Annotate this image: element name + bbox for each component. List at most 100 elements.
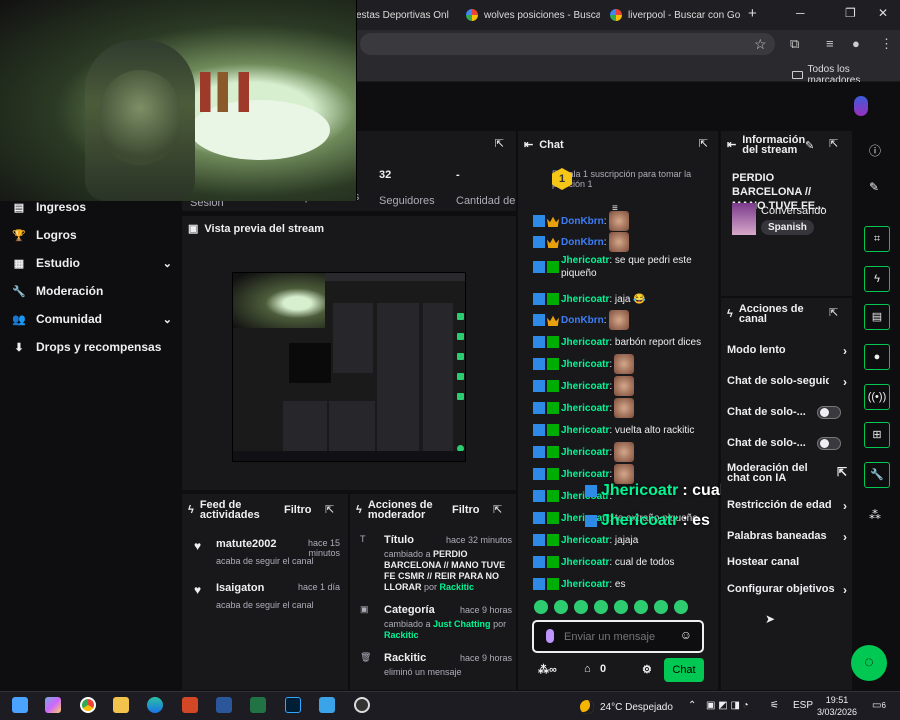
store-icon[interactable] [319,697,335,713]
mod-filter-button[interactable]: Filtro [452,504,480,516]
chat-username[interactable]: Jhericoatr [561,381,609,392]
tray-chevron-icon[interactable]: ⌃ [688,700,696,711]
sidebar-item-comunidad[interactable]: 👥 Comunidad ⌄ [12,312,172,326]
emote-icon[interactable] [574,600,588,614]
chat-username[interactable]: DonKbrn [561,315,604,326]
lightning-button[interactable]: ϟ [864,266,890,292]
chat-bubble-button[interactable]: ● [864,344,890,370]
chat-message[interactable]: Jhericoatr: cual de todos [533,552,713,572]
popout-icon[interactable]: ⇱ [829,306,838,319]
chat-username[interactable]: DonKbrn [561,216,604,227]
action-sub-only[interactable]: Chat de solo-... [727,406,847,419]
tray-icons[interactable]: ▣ ◩ ◨ ◔ [706,700,749,711]
copilot-icon[interactable] [45,697,61,713]
emote-icon[interactable] [634,600,648,614]
wrench-button[interactable]: 🔧 [864,462,890,488]
close-window-icon[interactable]: ✕ [878,6,888,20]
file-explorer-icon[interactable] [113,697,129,713]
sub-gift-banner[interactable]: Regala 1 suscripción para tomar la posic… [552,169,712,189]
stream-tag[interactable]: Spanish [761,220,814,235]
action-slow-mode[interactable]: Modo lento › [727,344,847,358]
emote-icon[interactable] [534,600,548,614]
chat-message[interactable]: Jhericoatr: es [533,574,713,594]
broadcast-button[interactable]: ((•)) [864,384,890,410]
chat-message[interactable]: DonKbrn: [533,211,713,231]
action-host-channel[interactable]: Hostear canal [727,556,847,568]
excel-icon[interactable] [250,697,266,713]
clock[interactable]: 19:51 3/03/2026 [817,694,857,718]
action-configure-goals[interactable]: Configurar objetivos › [727,583,847,597]
action-ai-moderation[interactable]: Moderación del chat con IA ⇱ [727,463,847,484]
chat-username[interactable]: Jhericoatr [561,403,609,414]
pencil-icon[interactable]: ✎ [869,180,879,194]
chat-username[interactable]: Jhericoatr [561,579,609,590]
bookmark-star-icon[interactable]: ☆ [754,36,767,53]
browser-tab[interactable]: wolves posiciones - Busca ✕ [460,4,600,26]
word-icon[interactable] [216,697,232,713]
toggle-switch[interactable] [817,437,841,450]
chat-message[interactable]: Jhericoatr: [533,442,713,462]
chat-message[interactable]: Jhericoatr: [533,398,713,418]
edge-icon[interactable] [147,697,163,713]
chat-message[interactable]: Jhericoatr: barbón report dices [533,332,713,352]
emoji-icon[interactable]: ☺ [680,628,692,642]
new-tab-button[interactable]: + [748,5,757,22]
obs-icon[interactable] [354,697,370,713]
chat-username[interactable]: Jhericoatr [561,535,609,546]
chat-input[interactable] [564,629,674,645]
action-age-restriction[interactable]: Restricción de edad › [727,499,847,513]
chat-message[interactable]: Jhericoatr: [533,354,713,374]
chat-username[interactable]: Jhericoatr [561,255,609,266]
popout-icon[interactable]: ⇱ [699,137,708,150]
menu-icon[interactable]: ⋮ [880,36,893,52]
action-emote-only[interactable]: Chat de solo-... [727,437,847,450]
toggle-switch[interactable] [817,406,841,419]
action-followers-only[interactable]: Chat de solo-seguido › [727,375,847,390]
feed-filter-button[interactable]: Filtro [284,504,312,516]
chat-message[interactable]: Jhericoatr: vuelta alto rackitic [533,420,713,440]
language-indicator[interactable]: ESP [793,700,813,711]
collapse-icon[interactable]: ⇤ [727,140,736,151]
user-avatar[interactable] [854,96,868,116]
popout-icon[interactable]: ⇱ [325,503,334,516]
tool-button[interactable]: ⊞ [864,422,890,448]
mod-item[interactable]: 🗑 Rackitic hace 9 horas eliminó un mensa… [360,652,512,678]
sidebar-item-moderacion[interactable]: 🔧 Moderación [12,284,172,298]
sidebar-item-ingresos[interactable]: ▤ Ingresos [12,200,172,214]
clip-button[interactable]: ⌗ [864,226,890,252]
help-chat-button[interactable]: ◌ [851,645,887,681]
minimize-icon[interactable]: ─ [796,6,805,20]
profile-icon[interactable]: ● [852,36,860,51]
chat-username[interactable]: Jhericoatr [561,425,609,436]
emote-icon[interactable] [594,600,608,614]
browser-tab[interactable]: liverpool - Buscar con Go ✕ [604,4,744,26]
popout-icon[interactable]: ⇱ [829,137,838,150]
bits-icon[interactable]: ⁂∞ [538,663,557,676]
chat-message[interactable]: DonKbrn: [533,310,713,330]
microphone-icon[interactable] [546,629,554,643]
browser-tab[interactable]: estas Deportivas Onl ✕ [350,4,460,26]
extensions-icon[interactable]: ⧉ [790,36,799,52]
settings-gear-icon[interactable]: ⚙ [642,663,652,676]
chat-message[interactable]: DonKbrn: [533,232,713,252]
chat-username[interactable]: Jhericoatr [561,337,609,348]
windows-start-icon[interactable] [12,697,28,713]
emote-icon[interactable] [614,600,628,614]
action-banned-words[interactable]: Palabras baneadas › [727,530,847,544]
chat-username[interactable]: Jhericoatr [561,294,609,305]
restore-icon[interactable]: ❐ [845,6,856,20]
edit-pencil-icon[interactable]: ✎ [805,139,814,152]
chat-username[interactable]: Jhericoatr [561,359,609,370]
popout-icon[interactable]: ⇱ [493,503,502,516]
powerpoint-icon[interactable] [182,697,198,713]
photoshop-icon[interactable] [285,697,301,713]
omnibox[interactable] [360,33,775,55]
notification-icon[interactable]: ▭6 [872,700,886,711]
feed-item[interactable]: ♥ matute2002 hace 15 minutos acaba de se… [194,538,344,566]
popout-icon[interactable]: ⇱ [495,137,504,150]
mod-item[interactable]: ▣ Categoría hace 9 horas cambiado a Just… [360,604,512,641]
mod-item[interactable]: T Título hace 32 minutos cambiado a PERD… [360,534,512,593]
stream-category[interactable]: Conversando [761,205,826,217]
sidebar-item-estudio[interactable]: ▦ Estudio ⌄ [12,256,172,270]
chat-message[interactable]: Jhericoatr: se que pedri este piqueño [533,253,713,281]
